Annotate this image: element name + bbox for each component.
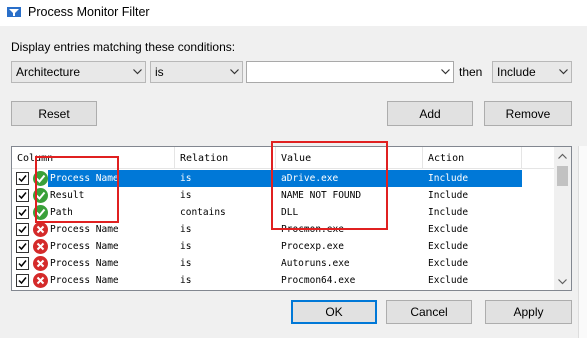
action-select-value: Include [497,65,536,79]
list-scrollbar[interactable] [554,147,571,290]
header-relation[interactable]: Relation [175,147,276,169]
x-circle-icon [33,256,48,271]
cell-relation: is [180,173,192,184]
cell-column: Process Name [50,258,119,269]
cell-value: Procexp.exe [281,241,344,252]
add-button[interactable]: Add [387,101,473,126]
x-circle-icon [33,273,48,288]
cell-value: Procmon64.exe [281,275,356,286]
chevron-down-icon[interactable] [226,62,242,82]
scrollbar-thumb[interactable] [557,166,568,186]
list-item[interactable]: Process Name is Autoruns.exe Exclude [12,255,554,272]
cell-action: Include [428,190,469,201]
title-bar: Process Monitor Filter [0,0,587,26]
enabled-checkbox[interactable] [16,206,29,219]
enabled-checkbox[interactable] [16,240,29,253]
cancel-button[interactable]: Cancel [386,300,472,324]
column-select-value: Architecture [16,65,81,79]
chevron-down-icon[interactable] [129,62,145,82]
annotation-box-column [35,156,119,223]
filter-icon [7,7,21,17]
cell-action: Include [428,173,469,184]
header-action[interactable]: Action [423,147,522,169]
cell-action: Exclude [428,258,469,269]
cell-relation: contains [180,207,226,218]
apply-button[interactable]: Apply [485,300,572,324]
x-circle-icon [33,222,48,237]
enabled-checkbox[interactable] [16,257,29,270]
cell-relation: is [180,241,192,252]
ok-button[interactable]: OK [291,300,377,324]
cell-action: Exclude [428,275,469,286]
enabled-checkbox[interactable] [16,223,29,236]
x-circle-icon [33,239,48,254]
relation-select[interactable]: is [150,61,243,83]
cell-action: Exclude [428,224,469,235]
enabled-checkbox[interactable] [16,189,29,202]
edge-scrollbar [578,146,587,338]
cell-value: Autoruns.exe [281,258,350,269]
chevron-down-icon[interactable] [437,62,453,82]
chevron-down-icon[interactable] [555,62,571,82]
cell-action: Exclude [428,241,469,252]
cell-column: Process Name [50,224,119,235]
conditions-label: Display entries matching these condition… [11,40,236,54]
then-label: then [459,65,483,79]
window-title: Process Monitor Filter [28,5,150,19]
cell-column: Process Name [50,275,119,286]
cell-column: Process Name [50,241,119,252]
cell-action: Include [428,207,469,218]
reset-button[interactable]: Reset [11,101,97,126]
list-item[interactable]: Process Name is Procmon64.exe Exclude [12,272,554,289]
enabled-checkbox[interactable] [16,274,29,287]
list-item[interactable]: Process Name is Procexp.exe Exclude [12,238,554,255]
remove-button[interactable]: Remove [484,101,572,126]
action-select[interactable]: Include [492,61,572,83]
scroll-up-icon[interactable] [554,147,571,164]
scroll-down-icon[interactable] [554,273,571,290]
cell-relation: is [180,275,192,286]
cell-relation: is [180,224,192,235]
enabled-checkbox[interactable] [16,172,29,185]
cell-relation: is [180,190,192,201]
annotation-box-value [271,141,388,230]
relation-select-value: is [155,65,164,79]
value-combo[interactable] [246,61,454,83]
column-select[interactable]: Architecture [11,61,146,83]
cell-relation: is [180,258,192,269]
